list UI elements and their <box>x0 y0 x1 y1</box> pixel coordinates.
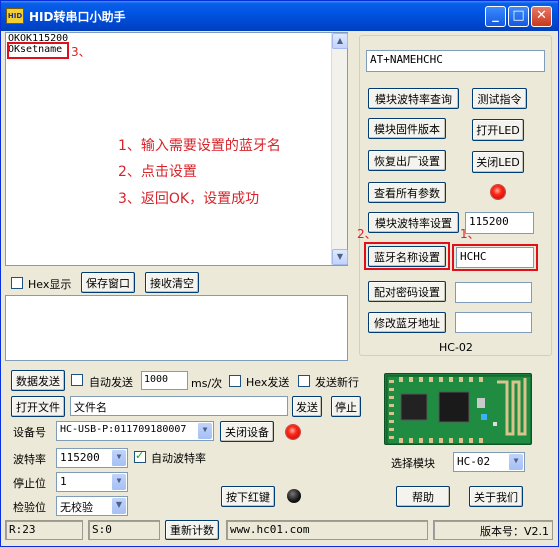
test-command-button[interactable]: 测试指令 <box>472 88 527 109</box>
led-indicator-icon <box>491 185 505 199</box>
hex-display-label: Hex显示 <box>28 278 72 291</box>
select-module-label: 选择模块 <box>391 457 435 470</box>
send-newline-label: 发送新行 <box>315 376 359 389</box>
hex-send-label: Hex发送 <box>246 376 290 389</box>
parity-select[interactable]: 无校验 ▼ <box>56 496 128 516</box>
panel-model-label: HC-02 <box>439 341 473 354</box>
about-button[interactable]: 关于我们 <box>469 486 523 507</box>
annotation-mark-2: 2、 <box>357 227 377 241</box>
close-device-button[interactable]: 关闭设备 <box>220 421 274 442</box>
auto-baud-checkbox[interactable] <box>134 449 146 463</box>
module-select-value: HC-02 <box>457 455 491 468</box>
led-on-button[interactable]: 打开LED <box>472 119 524 141</box>
auto-send-label: 自动发送 <box>89 376 133 389</box>
open-file-button[interactable]: 打开文件 <box>11 396 65 417</box>
device-label: 设备号 <box>13 426 46 439</box>
auto-send-checkbox[interactable] <box>71 374 83 386</box>
version-status: 版本号：V2.1 <box>433 520 553 540</box>
stop-bits-select-value: 1 <box>60 475 67 488</box>
chevron-down-icon[interactable]: ▼ <box>111 498 126 514</box>
parity-label: 检验位 <box>13 501 46 514</box>
app-window: HID HID转串口小助手 _ □ ✕ OKOK115200 OKsetname… <box>0 0 559 547</box>
baud-select-value: 115200 <box>60 451 100 464</box>
stop-bits-select[interactable]: 1 ▼ <box>56 472 128 492</box>
modify-bt-address-button[interactable]: 修改蓝牙地址 <box>368 312 446 333</box>
rx-count-status: R:23 <box>5 520 83 540</box>
stop-button[interactable]: 停止 <box>331 396 361 417</box>
hex-send-checkbox[interactable] <box>229 375 241 387</box>
close-button[interactable]: ✕ <box>531 6 552 27</box>
annotation-mark-1: 1、 <box>460 227 480 241</box>
set-baud-button[interactable]: 模块波特率设置 <box>368 212 459 233</box>
bt-address-field[interactable] <box>455 312 532 333</box>
factory-reset-button[interactable]: 恢复出厂设置 <box>368 150 446 171</box>
send-newline-checkbox[interactable] <box>298 375 310 387</box>
pair-password-button[interactable]: 配对密码设置 <box>368 281 446 302</box>
chevron-down-icon[interactable]: ▼ <box>111 450 126 466</box>
annotation-step-1: 1、输入需要设置的蓝牙名 <box>118 138 281 154</box>
annotation-mark-3: 3、 <box>71 45 91 59</box>
parity-select-value: 无校验 <box>60 501 93 514</box>
red-key-button[interactable]: 按下红键 <box>221 486 275 507</box>
stop-bits-label: 停止位 <box>13 477 46 490</box>
send-textarea[interactable] <box>5 295 348 361</box>
hex-display-checkbox[interactable] <box>11 277 23 289</box>
pcb-drawing <box>386 375 532 445</box>
send-file-button[interactable]: 发送 <box>292 396 322 417</box>
annotation-step-3: 3、返回OK，设置成功 <box>118 191 260 207</box>
highlight-ok-response <box>7 42 69 59</box>
send-interval-field[interactable]: 1000 <box>141 371 188 390</box>
auto-baud-label: 自动波特率 <box>151 452 206 465</box>
scroll-up-icon[interactable]: ▲ <box>332 33 348 49</box>
receive-scrollbar[interactable]: ▲ ▼ <box>331 33 348 265</box>
key-indicator-icon <box>287 489 301 503</box>
interval-unit-label: ms/次 <box>191 377 223 390</box>
module-select[interactable]: HC-02 ▼ <box>453 452 525 472</box>
set-bt-name-button[interactable]: 蓝牙名称设置 <box>368 246 446 267</box>
baud-select[interactable]: 115200 ▼ <box>56 448 128 468</box>
window-title: HID转串口小助手 <box>29 10 126 24</box>
app-icon: HID <box>6 8 24 24</box>
query-baud-button[interactable]: 模块波特率查询 <box>368 88 459 109</box>
view-params-button[interactable]: 查看所有参数 <box>368 182 446 203</box>
clear-receive-button[interactable]: 接收清空 <box>145 272 199 293</box>
pair-password-field[interactable] <box>455 282 532 303</box>
title-bar[interactable]: HID HID转串口小助手 _ □ ✕ <box>1 1 558 31</box>
annotation-step-2: 2、点击设置 <box>118 164 197 180</box>
device-status-indicator-icon <box>286 425 300 439</box>
data-send-button[interactable]: 数据发送 <box>11 370 65 391</box>
tx-count-status: S:0 <box>88 520 160 540</box>
minimize-button[interactable]: _ <box>485 6 506 27</box>
chevron-down-icon[interactable]: ▼ <box>111 474 126 490</box>
file-name-field[interactable]: 文件名 <box>70 396 288 416</box>
bt-name-field[interactable]: HCHC <box>456 247 534 268</box>
help-button[interactable]: 帮助 <box>396 486 450 507</box>
firmware-version-button[interactable]: 模块固件版本 <box>368 118 446 139</box>
scroll-down-icon[interactable]: ▼ <box>332 249 348 265</box>
chevron-down-icon[interactable]: ▼ <box>197 423 212 439</box>
save-window-button[interactable]: 保存窗口 <box>81 272 135 293</box>
at-command-field[interactable]: AT+NAMEHCHC <box>366 50 545 72</box>
baud-label: 波特率 <box>13 453 46 466</box>
device-select-value: HC-USB-P:011709180007 <box>60 424 187 435</box>
device-select[interactable]: HC-USB-P:011709180007 ▼ <box>56 421 214 441</box>
maximize-button[interactable]: □ <box>508 6 529 27</box>
bluetooth-module-image <box>384 373 532 445</box>
chevron-down-icon[interactable]: ▼ <box>508 454 523 470</box>
led-off-button[interactable]: 关闭LED <box>472 151 524 173</box>
reset-count-button[interactable]: 重新计数 <box>165 520 219 540</box>
website-link[interactable]: www.hc01.com <box>226 520 428 540</box>
